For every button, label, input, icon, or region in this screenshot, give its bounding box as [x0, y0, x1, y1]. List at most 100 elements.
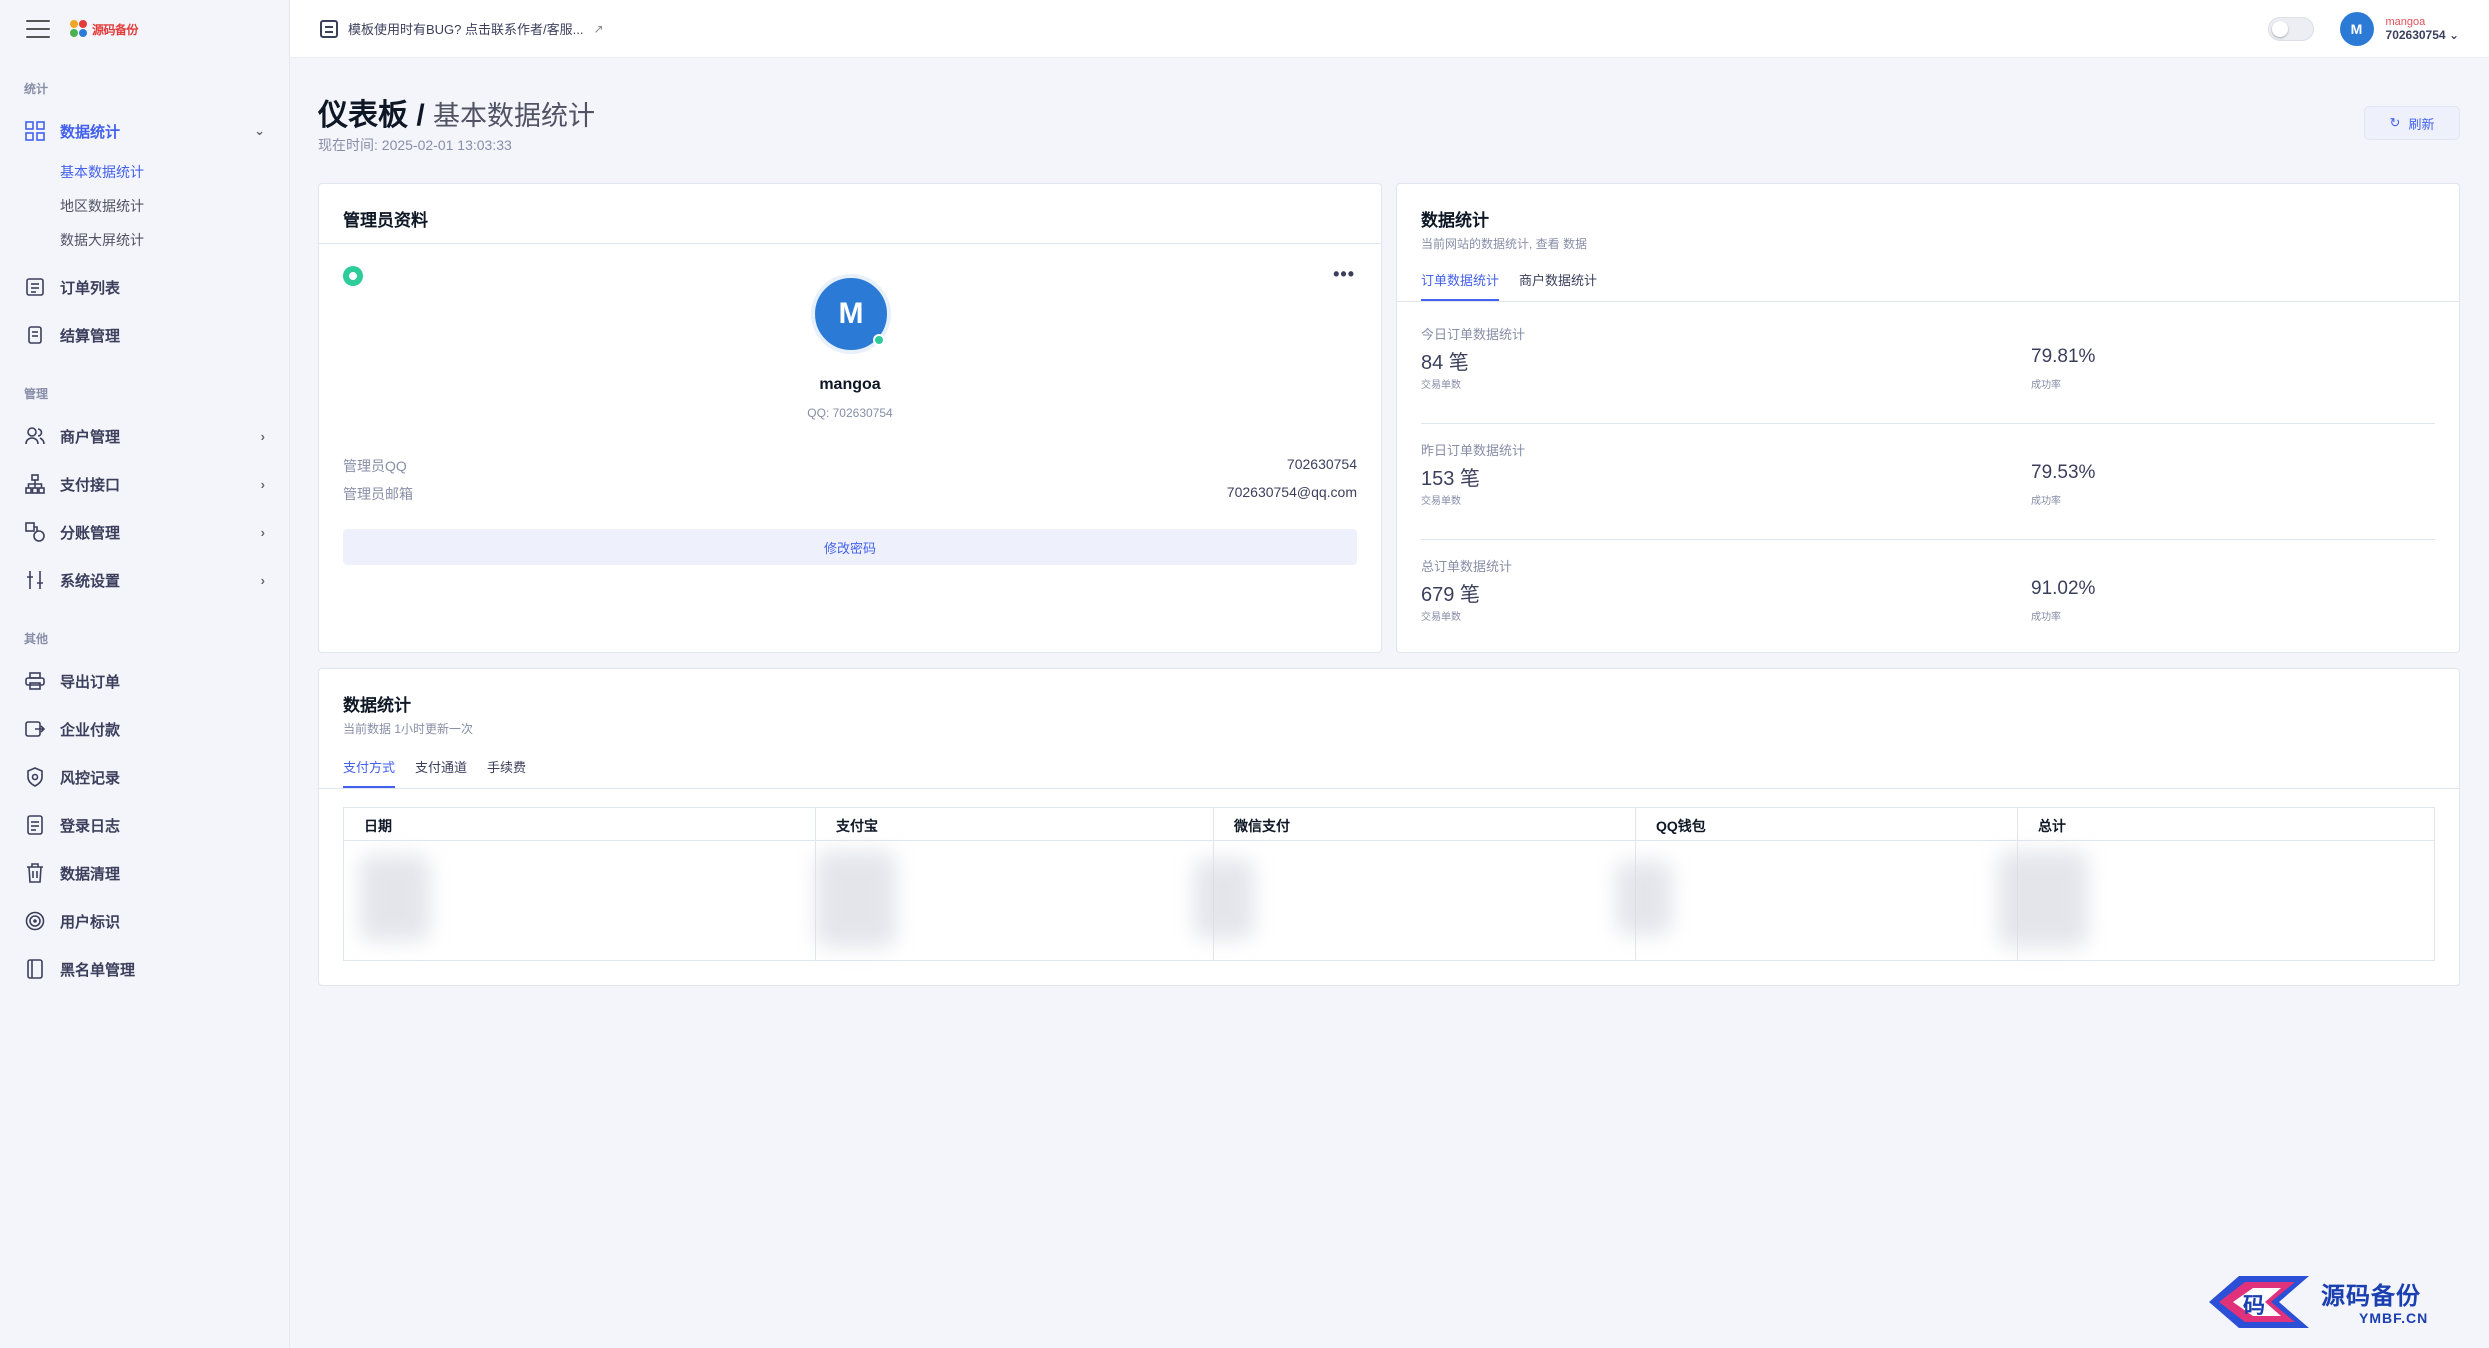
sidebar-item-export-order[interactable]: 导出订单	[0, 657, 289, 705]
user-menu[interactable]: M mangoa 702630754 ⌄	[2339, 11, 2459, 46]
section-label-other: 其他	[24, 632, 49, 646]
column-header-alipay: 支付宝	[816, 808, 1214, 840]
stat-block-today: 今日订单数据统计 84 笔 交易单数 79.81% 成功率	[1421, 324, 2435, 424]
sidebar-item-login-log[interactable]: 登录日志	[0, 801, 289, 849]
tab-pay-method[interactable]: 支付方式	[343, 757, 396, 788]
sidebar-item-split[interactable]: 分账管理 ›	[0, 508, 289, 556]
shapes-icon	[24, 521, 46, 543]
page-title-sub: 基本数据统计	[433, 101, 596, 131]
sidebar-subitem-bigscreen-stats[interactable]: 数据大屏统计	[0, 223, 289, 257]
stats-card-header: 数据统计 当前网站的数据统计, 查看 数据 订单数据统计 商户数据统计	[1397, 184, 2459, 302]
more-options-icon[interactable]: •••	[1333, 264, 1355, 285]
admin-card-header: 管理员资料	[319, 184, 1381, 244]
tab-pay-channel[interactable]: 支付通道	[415, 757, 467, 788]
sidebar-subitem-region-stats[interactable]: 地区数据统计	[0, 189, 289, 223]
notice-text: 模板使用时有BUG? 点击联系作者/客服...	[348, 22, 584, 37]
sidebar-item-label: 分账管理	[60, 524, 121, 542]
tab-order-stats[interactable]: 订单数据统计	[1421, 270, 1500, 301]
shield-icon	[24, 766, 46, 788]
sidebar-item-label: 登录日志	[60, 817, 121, 835]
admin-avatar: M	[811, 274, 891, 354]
sidebar-item-data-clean[interactable]: 数据清理	[0, 849, 289, 897]
chevron-right-icon: ›	[260, 572, 265, 588]
chevron-right-icon: ›	[260, 428, 265, 444]
sidebar-item-label: 导出订单	[60, 673, 121, 691]
refresh-label: 刷新	[2408, 116, 2435, 132]
sidebar-item-risk[interactable]: 风控记录	[0, 753, 289, 801]
sidebar-item-settlement[interactable]: 结算管理	[0, 311, 289, 359]
table-cell-blurred	[1194, 841, 1636, 960]
stat-count: 153 笔	[1421, 468, 1480, 490]
bug-notice-link[interactable]: 模板使用时有BUG? 点击联系作者/客服... ↗	[320, 19, 604, 38]
refresh-icon: ↻	[2389, 115, 2401, 130]
admin-card-body: ••• M mangoa QQ: 702630754 管理员QQ 7026307…	[319, 244, 1381, 652]
stats-card-desc: 当前网站的数据统计, 查看 数据	[1421, 237, 1588, 251]
external-link-icon: ↗	[593, 21, 604, 36]
sidebar-item-label: 系统设置	[60, 572, 121, 590]
sitemap-icon	[24, 473, 46, 495]
app-logo[interactable]: 源码备份	[70, 20, 139, 38]
sidebar-item-data-stats[interactable]: 数据统计 ⌄	[0, 107, 289, 155]
sidebar-item-order-list[interactable]: 订单列表	[0, 263, 289, 311]
admin-name: mangoa	[819, 376, 881, 393]
sidebar-item-label: 用户标识	[60, 913, 121, 931]
grid-icon	[24, 120, 46, 142]
page-title-main: 仪表板 /	[318, 99, 425, 132]
info-value: 702630754	[1286, 456, 1357, 472]
sidebar-header: 源码备份	[0, 0, 289, 58]
stat-rate: 79.81%	[2031, 346, 2096, 367]
target-icon	[24, 910, 46, 932]
chevron-right-icon: ›	[260, 524, 265, 540]
stat-label: 今日订单数据统计	[1421, 327, 1526, 342]
section-label-manage: 管理	[24, 387, 49, 401]
data-card-desc: 当前数据 1小时更新一次	[343, 722, 474, 736]
table-header: 日期 支付宝 微信支付 QQ钱包 总计	[344, 808, 2434, 841]
watermark-logo: 码 源码备份 YMBF.CN	[2199, 1266, 2479, 1338]
tab-merchant-stats[interactable]: 商户数据统计	[1519, 270, 1597, 301]
sidebar-item-blacklist[interactable]: 黑名单管理	[0, 945, 289, 993]
info-label: 管理员邮箱	[343, 486, 413, 502]
topbar: 模板使用时有BUG? 点击联系作者/客服... ↗ M mangoa 70263…	[290, 0, 2489, 58]
stat-rate-caption: 成功率	[2031, 612, 2061, 623]
stat-count-caption: 交易单数	[1421, 380, 1461, 391]
admin-card-title: 管理员资料	[343, 211, 428, 230]
page-header: 仪表板 / 基本数据统计 现在时间: 2025-02-01 13:03:33 ↻…	[318, 58, 2460, 183]
sidebar-subitem-basic-stats[interactable]: 基本数据统计	[0, 155, 289, 189]
tab-fee[interactable]: 手续费	[487, 757, 526, 788]
user-status-icon	[343, 266, 363, 286]
table-cell-blurred	[344, 841, 816, 960]
change-password-button[interactable]: 修改密码	[343, 529, 1357, 565]
menu-toggle-icon[interactable]	[26, 20, 50, 38]
column-header-total: 总计	[2038, 818, 2066, 834]
sidebar-item-payment-api[interactable]: 支付接口 ›	[0, 460, 289, 508]
stat-count: 679 笔	[1421, 584, 1480, 606]
column-header-date: 日期	[344, 808, 816, 840]
users-icon	[24, 425, 46, 447]
sidebar-item-label: 企业付款	[60, 721, 121, 739]
refresh-button[interactable]: ↻ 刷新	[2364, 106, 2460, 140]
user-id: 702630754 ⌄	[2386, 28, 2459, 42]
printer-icon	[24, 670, 46, 692]
sidebar-item-label: 订单列表	[60, 279, 121, 297]
watermark-sub: YMBF.CN	[2359, 1310, 2429, 1326]
chevron-right-icon: ›	[260, 476, 265, 492]
user-meta: mangoa 702630754 ⌄	[2386, 16, 2459, 42]
stat-label: 昨日订单数据统计	[1421, 443, 1526, 458]
column-header-wechat: 微信支付	[1214, 808, 1636, 840]
sidebar-item-label: 数据统计	[60, 123, 121, 141]
sliders-icon	[24, 569, 46, 591]
data-card-title: 数据统计	[343, 696, 411, 715]
sidebar-item-user-tag[interactable]: 用户标识	[0, 897, 289, 945]
sidebar-item-enterprise-pay[interactable]: 企业付款	[0, 705, 289, 753]
book-icon	[24, 958, 46, 980]
sidebar-item-system[interactable]: 系统设置 ›	[0, 556, 289, 604]
stats-tabs: 订单数据统计 商户数据统计	[1421, 270, 1597, 301]
sidebar-item-label: 商户管理	[60, 428, 121, 446]
sidebar-item-merchant[interactable]: 商户管理 ›	[0, 412, 289, 460]
table-body-blurred	[344, 841, 2434, 960]
chevron-down-icon: ⌄	[254, 123, 265, 138]
list-icon	[24, 276, 46, 298]
watermark-glyph: 码	[2243, 1293, 2266, 1319]
current-time: 现在时间: 2025-02-01 13:03:33	[318, 137, 512, 153]
theme-toggle[interactable]	[2267, 16, 2314, 41]
